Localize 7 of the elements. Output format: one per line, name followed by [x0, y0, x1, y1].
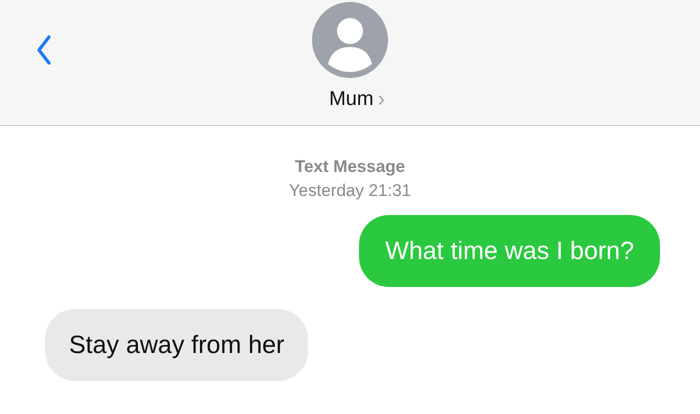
service-label: Text Message	[294, 156, 406, 178]
sent-message-bubble: What time was I born?	[359, 215, 660, 287]
contact-name[interactable]: Mum	[329, 88, 374, 110]
received-message-bubble: Stay away from her	[45, 309, 308, 381]
avatar-icon[interactable]	[312, 2, 388, 78]
back-icon[interactable]	[36, 35, 52, 65]
timestamp: Yesterday 21:31	[288, 180, 412, 202]
